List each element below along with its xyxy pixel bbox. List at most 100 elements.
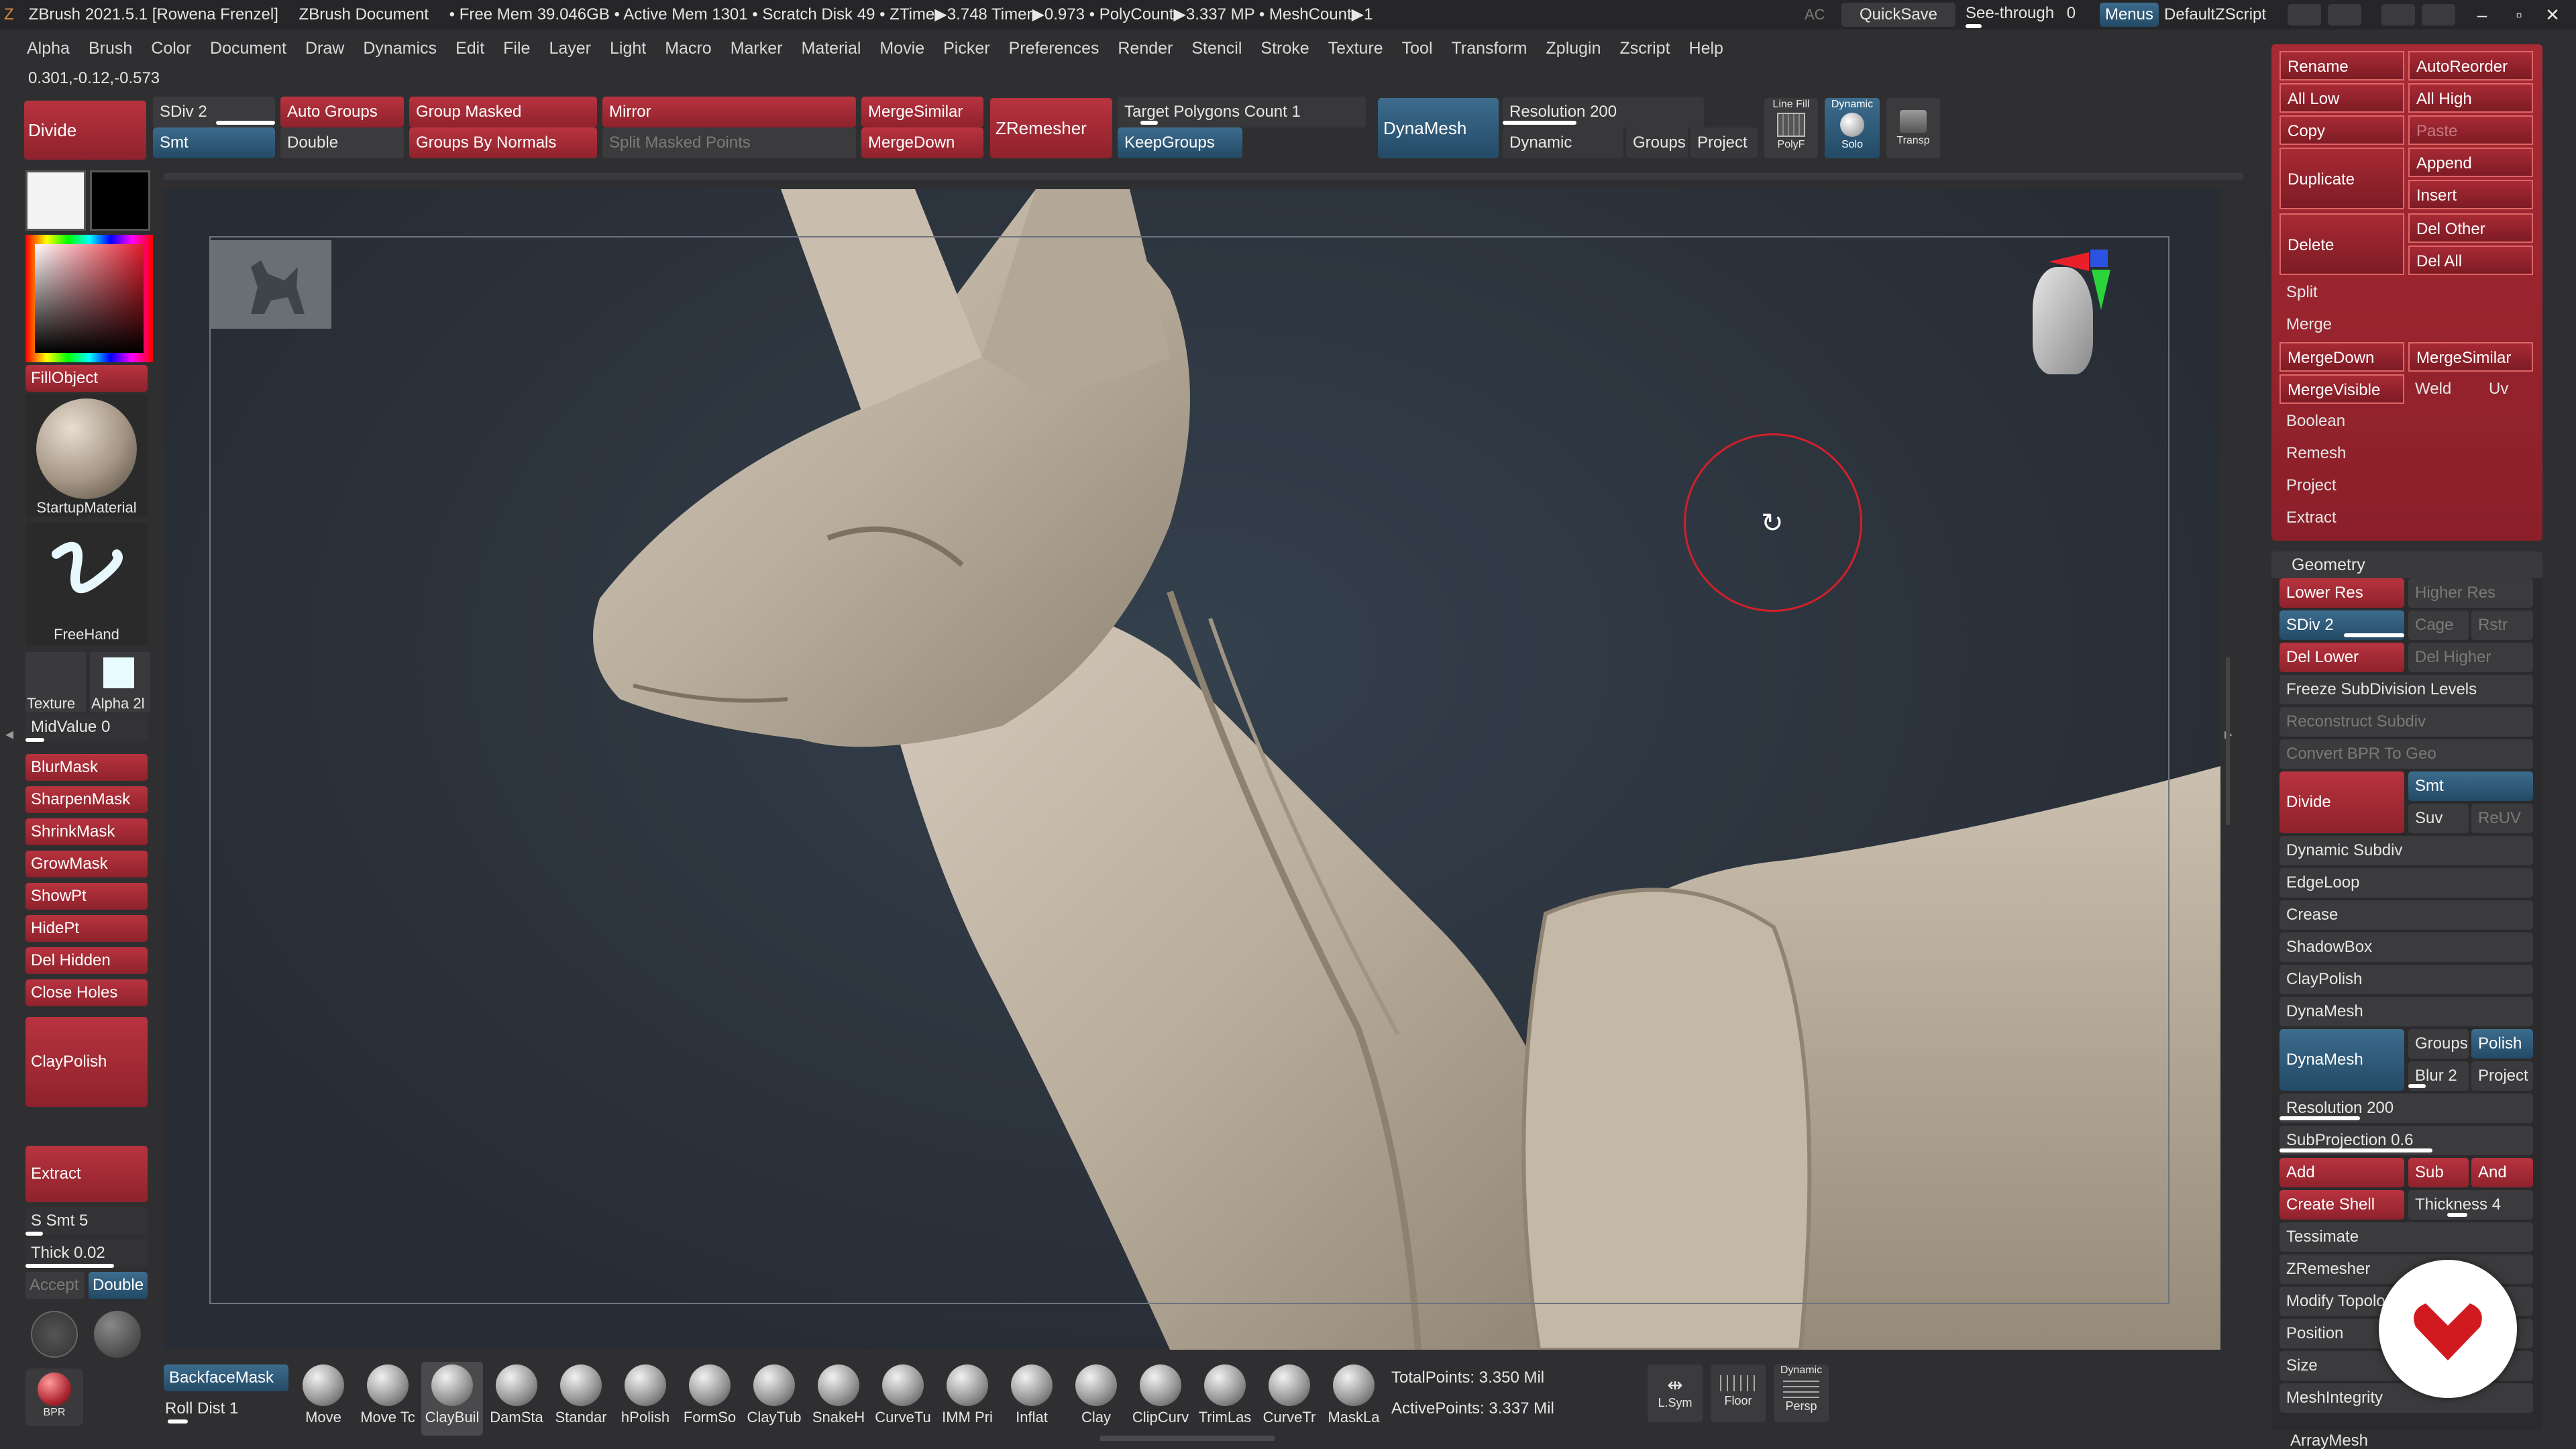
secondary-color-swatch[interactable] (90, 170, 150, 231)
brush-curvetu[interactable]: CurveTu (872, 1362, 934, 1436)
duplicate-button[interactable]: Duplicate (2279, 148, 2404, 209)
roll-dist-slider[interactable]: Roll Dist 1 (164, 1395, 288, 1422)
lsym-button[interactable]: ⇹ L.Sym (1648, 1364, 1703, 1422)
merge-similar-button[interactable]: MergeSimilar (861, 97, 983, 127)
all-low-button[interactable]: All Low (2279, 83, 2404, 113)
menu-picker[interactable]: Picker (943, 35, 989, 62)
s-smt-slider[interactable]: S Smt 5 (25, 1208, 148, 1234)
boolean-button[interactable]: Boolean (2279, 407, 2533, 436)
merge-button[interactable]: Merge (2279, 310, 2533, 339)
color-picker-square[interactable] (35, 244, 144, 353)
viewport-canvas[interactable]: ↻ (164, 189, 2220, 1350)
brush-inflat[interactable]: Inflat (1001, 1362, 1063, 1436)
geometry-divide-button[interactable]: Divide (2279, 771, 2404, 833)
material-thumbnail[interactable]: StartupMaterial (25, 394, 148, 517)
geometry-tessimate-item[interactable]: Tessimate (2279, 1222, 2533, 1252)
geometry-smt-toggle[interactable]: Smt (2408, 771, 2533, 801)
showpt-button[interactable]: ShowPt (25, 883, 148, 910)
double-button[interactable]: Double (280, 127, 404, 158)
dynamesh-project-toggle[interactable]: Project (2471, 1061, 2533, 1091)
del-all-button[interactable]: Del All (2408, 246, 2533, 275)
menu-render[interactable]: Render (1118, 35, 1173, 62)
brush-curvetr[interactable]: CurveTr (1258, 1362, 1320, 1436)
menu-light[interactable]: Light (610, 35, 646, 62)
brush-claybuil[interactable]: ClayBuil (421, 1362, 483, 1436)
keep-groups-toggle[interactable]: KeepGroups (1118, 127, 1242, 158)
sub-button[interactable]: Sub (2408, 1158, 2469, 1187)
cage-button[interactable]: Cage (2408, 610, 2469, 640)
rstr-button[interactable]: Rstr (2471, 610, 2533, 640)
brush-claytub[interactable]: ClayTub (743, 1362, 805, 1436)
menu-color[interactable]: Color (151, 35, 191, 62)
convert-bpr-button[interactable]: Convert BPR To Geo (2279, 739, 2533, 769)
brush-clay[interactable]: Clay (1065, 1362, 1127, 1436)
close-holes-button[interactable]: Close Holes (25, 979, 148, 1006)
delete-button[interactable]: Delete (2279, 213, 2404, 275)
sharpenmask-button[interactable]: SharpenMask (25, 786, 148, 813)
menu-draw[interactable]: Draw (305, 35, 344, 62)
backface-mask-toggle[interactable]: BackfaceMask (164, 1364, 288, 1391)
menu-preferences[interactable]: Preferences (1009, 35, 1099, 62)
menu-tool[interactable]: Tool (1402, 35, 1433, 62)
logo-badge[interactable] (2379, 1260, 2517, 1398)
menus-toggle[interactable]: Menus (2100, 3, 2159, 27)
midvalue-slider[interactable]: MidValue 0 (25, 714, 148, 741)
geometry-header[interactable]: Geometry (2271, 551, 2542, 578)
menu-marker[interactable]: Marker (731, 35, 783, 62)
add-button[interactable]: Add (2279, 1158, 2404, 1187)
copy-button[interactable]: Copy (2279, 115, 2404, 145)
maximize-icon[interactable]: ▫ (2506, 4, 2532, 25)
geometry-dynamesh-item[interactable]: DynaMesh (2279, 997, 2533, 1026)
quicksave-button[interactable]: QuickSave (1841, 3, 1955, 27)
zremesher-button[interactable]: ZRemesher (990, 98, 1112, 158)
color-picker[interactable] (25, 235, 153, 362)
menu-movie[interactable]: Movie (879, 35, 924, 62)
freeze-subdivision-button[interactable]: Freeze SubDivision Levels (2279, 675, 2533, 704)
stroke-thumbnail[interactable]: FreeHand (25, 523, 148, 645)
menu-texture[interactable]: Texture (1328, 35, 1383, 62)
geometry-shadowbox-item[interactable]: ShadowBox (2279, 932, 2533, 962)
brush-formso[interactable]: FormSo (679, 1362, 741, 1436)
merge-similar-button-right[interactable]: MergeSimilar (2408, 342, 2533, 372)
hidept-button[interactable]: HidePt (25, 915, 148, 942)
brush-hpolish[interactable]: hPolish (614, 1362, 676, 1436)
menu-macro[interactable]: Macro (665, 35, 711, 62)
reconstruct-subdiv-button[interactable]: Reconstruct Subdiv (2279, 707, 2533, 737)
and-button[interactable]: And (2471, 1158, 2533, 1187)
menu-edit[interactable]: Edit (455, 35, 484, 62)
auto-groups-button[interactable]: Auto Groups (280, 97, 404, 127)
persp-button[interactable]: Dynamic Persp (1774, 1364, 1829, 1422)
insert-button[interactable]: Insert (2408, 180, 2533, 209)
merge-down-button[interactable]: MergeDown (861, 127, 983, 158)
accept-button[interactable]: Accept (25, 1272, 85, 1299)
fill-object-button[interactable]: FillObject (25, 365, 148, 392)
divide-button[interactable]: Divide (24, 101, 146, 160)
geometry-dynamesh-button[interactable]: DynaMesh (2279, 1029, 2404, 1091)
merge-down-button-right[interactable]: MergeDown (2279, 342, 2404, 372)
blurmask-button[interactable]: BlurMask (25, 754, 148, 781)
dynamic-button[interactable]: Dynamic (1503, 127, 1623, 158)
double-extract-button[interactable]: Double (89, 1272, 148, 1299)
uv-button[interactable]: Uv (2482, 374, 2533, 404)
brush-move[interactable]: Move (292, 1362, 354, 1436)
menu-zscript[interactable]: Zscript (1620, 35, 1670, 62)
right-scrollbar[interactable] (2226, 657, 2230, 825)
create-shell-button[interactable]: Create Shell (2279, 1190, 2404, 1220)
all-high-button[interactable]: All High (2408, 83, 2533, 113)
remesh-button[interactable]: Remesh (2279, 439, 2533, 468)
left-tray-toggle[interactable]: ◂ (5, 724, 15, 751)
lower-res-button[interactable]: Lower Res (2279, 578, 2404, 608)
brush-move-tc[interactable]: Move Tc (357, 1362, 419, 1436)
texture-thumbnail[interactable]: Texture (25, 652, 86, 712)
brush-trimlas[interactable]: TrimLas (1194, 1362, 1256, 1436)
geometry-dynamic-subdiv-item[interactable]: Dynamic Subdiv (2279, 836, 2533, 865)
dynamesh-polish-toggle[interactable]: Polish (2471, 1029, 2533, 1059)
brush-damsta[interactable]: DamSta (486, 1362, 547, 1436)
reuv-button[interactable]: ReUV (2471, 804, 2533, 833)
del-higher-button[interactable]: Del Higher (2408, 643, 2533, 672)
palette-icon[interactable] (2422, 4, 2455, 25)
project-button[interactable]: Project (1690, 127, 1758, 158)
extract-button-right[interactable]: Extract (2279, 503, 2533, 533)
groups-by-normals-button[interactable]: Groups By Normals (409, 127, 597, 158)
higher-res-button[interactable]: Higher Res (2408, 578, 2533, 608)
